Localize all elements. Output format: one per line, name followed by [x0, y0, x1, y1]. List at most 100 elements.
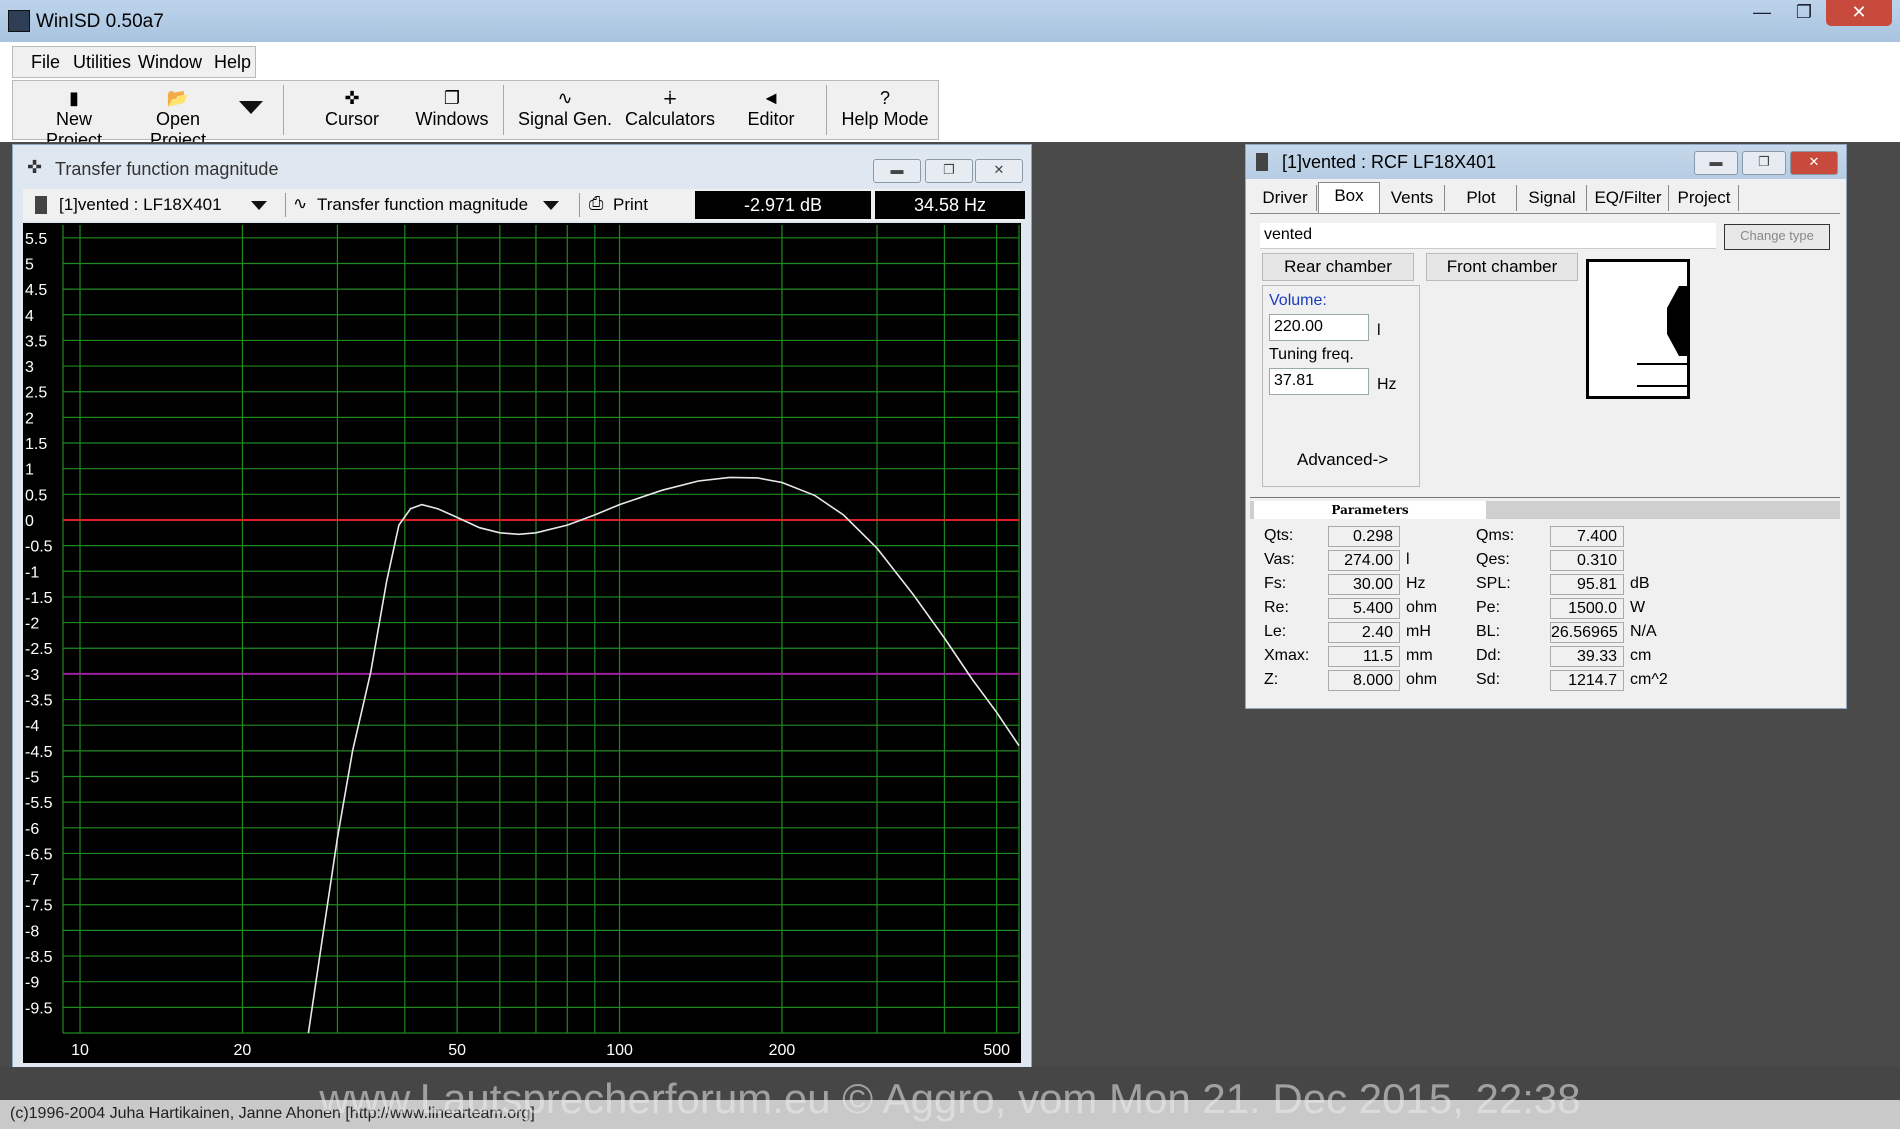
tuning-input[interactable]: 37.81	[1269, 368, 1369, 395]
param-unit: N/A	[1630, 623, 1657, 640]
maximize-icon[interactable]: ❐	[1742, 151, 1786, 175]
x-tick-label: 10	[71, 1042, 89, 1059]
tab-project[interactable]: Project	[1670, 185, 1739, 211]
y-tick-label: 5	[25, 256, 34, 273]
x-tick-label: 50	[448, 1042, 466, 1059]
param-label: Xmax:	[1264, 647, 1310, 664]
plot-select[interactable]: Transfer function magnitude	[317, 195, 528, 215]
tab-box[interactable]: Box	[1318, 182, 1380, 213]
param-label: Le:	[1264, 623, 1287, 640]
param-value: 1214.7	[1550, 670, 1624, 691]
close-icon[interactable]: ✕	[1790, 151, 1838, 175]
menu-bar: File Utilities Window Help	[12, 46, 256, 78]
chart-toolbar: [1]vented : LF18X401 ∿ Transfer function…	[23, 189, 1025, 221]
y-tick-label: 1.5	[25, 436, 47, 453]
toolbar-divider	[285, 193, 286, 217]
help-mode-button[interactable]: ? Help Mode	[839, 87, 931, 135]
minimize-icon[interactable]: —	[1742, 0, 1782, 26]
param-label: Vas:	[1264, 551, 1295, 568]
y-tick-label: -4	[25, 718, 39, 735]
chart-window-title: Transfer function magnitude	[55, 159, 279, 179]
y-tick-label: -4.5	[25, 744, 53, 761]
volume-unit: l	[1377, 322, 1381, 339]
tab-signal[interactable]: Signal	[1518, 185, 1587, 211]
signal-gen-button[interactable]: ∿ Signal Gen.	[517, 87, 613, 135]
y-tick-label: -5	[25, 769, 39, 786]
y-tick-label: 5.5	[25, 231, 47, 248]
change-type-button[interactable]: Change type	[1724, 224, 1830, 250]
y-tick-label: -9	[25, 975, 39, 992]
y-tick-label: 2	[25, 410, 34, 427]
maximize-icon[interactable]: ❐	[1784, 0, 1824, 26]
y-tick-label: -7.5	[25, 898, 53, 915]
minimize-icon[interactable]: ▬	[1694, 151, 1738, 175]
watermark: www.Lautsprecherforum.eu © Aggro, vom Mo…	[319, 1075, 1581, 1122]
y-tick-label: 3	[25, 359, 34, 376]
y-tick-label: -9.5	[25, 1000, 53, 1017]
menu-window[interactable]: Window	[138, 52, 202, 73]
param-unit: ohm	[1406, 599, 1438, 616]
printer-icon[interactable]: ⎙	[589, 193, 603, 214]
enclosure-diagram	[1637, 286, 1687, 387]
cursor-button[interactable]: ✜ Cursor	[309, 87, 395, 135]
advanced-link[interactable]: Advanced->	[1297, 450, 1388, 470]
param-value: 2.40	[1328, 622, 1400, 643]
crosshair-icon: ✜	[27, 157, 43, 177]
box-diagram	[1586, 259, 1690, 399]
tab-eq-filter[interactable]: EQ/Filter	[1588, 185, 1669, 211]
menu-file[interactable]: File	[31, 52, 60, 73]
new-project-button[interactable]: ▮ New Project	[27, 87, 121, 150]
param-label: Dd:	[1476, 647, 1501, 664]
project-select-dropdown-icon[interactable]	[251, 201, 267, 210]
print-button[interactable]: Print	[613, 195, 648, 215]
close-icon[interactable]: ✕	[1826, 0, 1892, 26]
y-tick-label: -6	[25, 821, 39, 838]
project-select[interactable]: [1]vented : LF18X401	[59, 195, 222, 215]
y-tick-label: -1	[25, 564, 39, 581]
volume-label: Volume:	[1269, 292, 1327, 309]
y-tick-label: -1.5	[25, 590, 53, 607]
app-title: WinISD 0.50a7	[36, 11, 164, 32]
menu-help[interactable]: Help	[214, 52, 251, 73]
y-tick-label: -2.5	[25, 641, 53, 658]
y-tick-label: -8.5	[25, 949, 53, 966]
windows-label: Windows	[415, 109, 489, 129]
calculators-button[interactable]: ∔ Calculators	[621, 87, 719, 135]
plot-select-dropdown-icon[interactable]	[543, 201, 559, 210]
minimize-icon[interactable]: ▬	[873, 159, 921, 183]
open-project-button[interactable]: 📂 Open Project	[129, 87, 227, 150]
maximize-icon[interactable]: ❐	[925, 159, 973, 183]
toolbar-divider	[283, 85, 284, 135]
windows-button[interactable]: ❐ Windows	[409, 87, 495, 135]
param-value: 7.400	[1550, 526, 1624, 547]
editor-label: Editor	[747, 109, 795, 129]
y-tick-label: -5.5	[25, 795, 53, 812]
y-tick-label: 2.5	[25, 385, 47, 402]
rear-chamber-button[interactable]: Rear chamber	[1262, 253, 1414, 281]
y-tick-label: 3.5	[25, 333, 47, 350]
y-tick-label: -0.5	[25, 539, 53, 556]
param-label: Fs:	[1264, 575, 1287, 592]
open-recent-dropdown-icon[interactable]	[239, 101, 263, 114]
cursor-hz-readout: 34.58 Hz	[875, 191, 1025, 219]
param-value: 26.56965	[1550, 622, 1624, 643]
tab-plot[interactable]: Plot	[1446, 185, 1517, 211]
tab-vents[interactable]: Vents	[1380, 185, 1445, 211]
close-icon[interactable]: ✕	[975, 159, 1023, 183]
front-chamber-button[interactable]: Front chamber	[1426, 253, 1578, 281]
windows-icon: ❐	[443, 88, 461, 108]
menu-utilities[interactable]: Utilities	[73, 52, 131, 73]
param-label: Qms:	[1476, 527, 1515, 544]
x-tick-label: 200	[769, 1042, 796, 1059]
param-value: 0.310	[1550, 550, 1624, 571]
plot-area[interactable]: 5.5 5 4.5 4 3.5 3 2.5 2 1.5 1 0.5 0 -0.5 -1 -1.5 -2 -2.5…	[23, 223, 1021, 1063]
transfer-function-chart[interactable]: 5.5 5 4.5 4 3.5 3 2.5 2 1.5 1 0.5 0 -0.5 -1 -1.5 -2 -2.5…	[23, 223, 1021, 1063]
box-type-field[interactable]: vented	[1260, 223, 1716, 249]
parameters-title: Parameters	[1254, 501, 1486, 519]
y-tick-label: 4.5	[25, 282, 47, 299]
editor-button[interactable]: ◄ Editor	[733, 87, 809, 135]
y-tick-label: -6.5	[25, 846, 53, 863]
question-icon: ?	[879, 88, 890, 108]
tab-driver[interactable]: Driver	[1254, 185, 1317, 211]
volume-input[interactable]: 220.00	[1269, 314, 1369, 341]
